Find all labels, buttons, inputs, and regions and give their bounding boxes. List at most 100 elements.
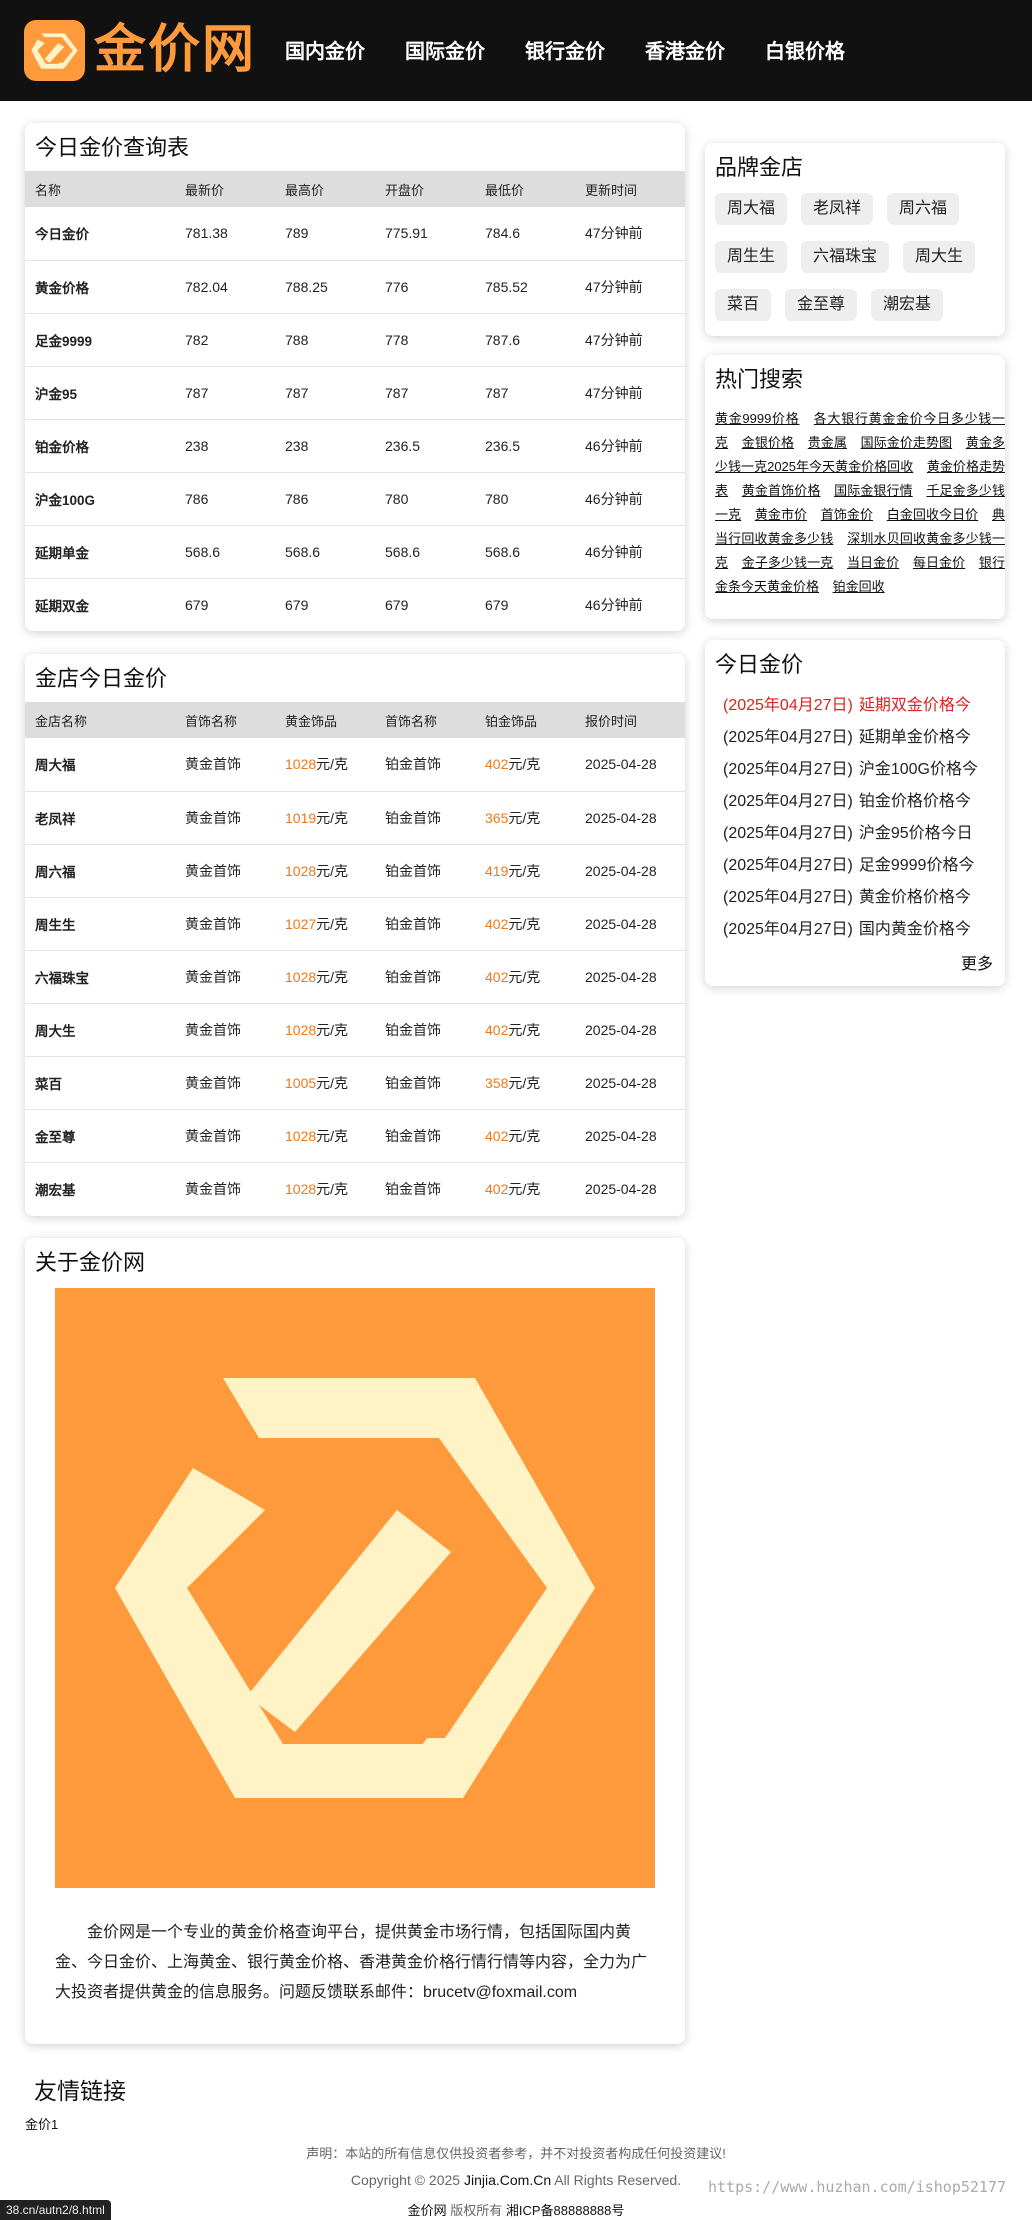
friend-link[interactable]: 金价1 [25, 2114, 58, 2133]
price-name[interactable]: 延期双金 [25, 578, 175, 631]
store-gold-jewelry: 黄金首饰 [175, 738, 275, 792]
brand-tag[interactable]: 周大福 [715, 193, 788, 225]
news-title: 黄金价格价格今 [858, 889, 971, 906]
price-name[interactable]: 足金9999 [25, 313, 175, 367]
store-row: 周大福 黄金首饰 1028元/克 铂金首饰 402元/克 2025-04-28 [25, 738, 685, 792]
nav-international[interactable]: 国际金价 [405, 38, 485, 66]
col-jewelry-2: 首饰名称 [375, 702, 475, 738]
price-value: 1019 [285, 809, 317, 826]
today-news-card: 今日金价 (2025年04月27日) 延期双金价格今 (2025年04月27日) 延期… [705, 640, 1005, 986]
store-pt-price: 402元/克 [475, 897, 575, 951]
news-date: (2025年04月27日) [723, 857, 853, 874]
hot-search-link[interactable]: 首饰金价 [821, 507, 873, 522]
price-high: 786 [275, 472, 375, 526]
price-name[interactable]: 沪金95 [25, 366, 175, 420]
hot-search-link[interactable]: 黄金9999价格 [715, 411, 799, 426]
hot-search-link[interactable]: 金银价格 [742, 435, 794, 450]
store-quote-time: 2025-04-28 [575, 1109, 685, 1163]
owner-name[interactable]: 金价网 [408, 2203, 447, 2218]
today-news-item[interactable]: (2025年04月27日) 铂金价格价格今 [723, 786, 1005, 818]
col-latest: 最新价 [175, 171, 275, 207]
col-gold: 黄金饰品 [275, 702, 375, 738]
hot-search-link[interactable]: 金子多少钱一克 [742, 555, 833, 570]
nav-domestic[interactable]: 国内金价 [285, 38, 365, 66]
price-table-card: 今日金价查询表 名称 最新价 最高价 开盘价 最低价 更新时间 今日金价 781.… [25, 123, 685, 631]
brand-tag[interactable]: 潮宏基 [871, 289, 944, 321]
brand-tag[interactable]: 六福珠宝 [801, 241, 890, 273]
store-gold-jewelry: 黄金首饰 [175, 1003, 275, 1057]
store-pt-price: 358元/克 [475, 1056, 575, 1110]
price-low: 787 [475, 366, 575, 420]
col-quote-time: 报价时间 [575, 702, 685, 738]
today-news-item[interactable]: (2025年04月27日) 延期双金价格今 [723, 690, 1005, 722]
price-unit: 元/克 [508, 1180, 541, 1197]
nav-silver[interactable]: 白银价格 [765, 38, 845, 66]
price-name[interactable]: 今日金价 [25, 207, 175, 261]
price-value: 402 [485, 1127, 509, 1144]
store-name[interactable]: 周生生 [25, 897, 175, 951]
brand-tag[interactable]: 老凤祥 [801, 193, 874, 225]
price-value: 419 [485, 862, 509, 879]
logo-icon[interactable] [24, 20, 85, 81]
logo-text[interactable]: 金价网 [94, 18, 256, 82]
price-value: 402 [485, 915, 509, 932]
store-pt-jewelry: 铂金首饰 [375, 1056, 475, 1110]
hot-search-link[interactable]: 当日金价 [847, 555, 899, 570]
hot-search-link[interactable]: 每日金价 [913, 555, 965, 570]
price-name[interactable]: 延期单金 [25, 525, 175, 579]
price-name[interactable]: 黄金价格 [25, 260, 175, 314]
today-news-item[interactable]: (2025年04月27日) 延期单金价格今 [723, 722, 1005, 754]
price-unit: 元/克 [508, 915, 541, 932]
today-news-item[interactable]: (2025年04月27日) 沪金95价格今日 [723, 818, 1005, 850]
news-title: 沪金95价格今日 [858, 825, 973, 842]
store-gold-price: 1028元/克 [275, 1109, 375, 1163]
price-value: 1028 [285, 756, 317, 773]
price-name[interactable]: 铂金价格 [25, 419, 175, 473]
brand-tag[interactable]: 菜百 [715, 289, 772, 321]
store-name[interactable]: 老凤祥 [25, 791, 175, 845]
store-pt-price: 402元/克 [475, 1109, 575, 1163]
price-low: 236.5 [475, 419, 575, 473]
price-high: 788.25 [275, 260, 375, 314]
nav-bank[interactable]: 银行金价 [525, 38, 605, 66]
store-name[interactable]: 金至尊 [25, 1109, 175, 1163]
price-latest: 679 [185, 596, 209, 613]
brand-tags: 周大福 老凤祥 周六福周生生 六福珠宝 周大生菜百 金至尊 潮宏基 [715, 193, 1005, 336]
price-latest: 782.04 [175, 260, 275, 314]
hot-search-link[interactable]: 黄金市价 [755, 507, 807, 522]
store-name[interactable]: 周六福 [25, 844, 175, 898]
price-value: 1027 [285, 915, 317, 932]
hot-search-link[interactable]: 国际金银行情 [834, 483, 913, 498]
price-name[interactable]: 沪金100G [25, 472, 175, 526]
brand-tag[interactable]: 周生生 [715, 241, 788, 273]
today-news-item[interactable]: (2025年04月27日) 黄金价格价格今 [723, 882, 1005, 914]
price-row: 今日金价 781.38 789 775.91 784.6 47分钟前 [25, 207, 685, 261]
news-title: 国内黄金价格今 [858, 921, 971, 938]
hot-search-link[interactable]: 白金回收今日价 [887, 507, 978, 522]
site-header: 金价网 国内金价 国际金价 银行金价 香港金价 白银价格 [0, 0, 1032, 101]
hot-search-link[interactable]: 黄金首饰价格 [742, 483, 821, 498]
nav-hongkong[interactable]: 香港金价 [645, 38, 725, 66]
store-name[interactable]: 菜百 [25, 1056, 175, 1110]
today-news-item[interactable]: (2025年04月27日) 国内黄金价格今 [723, 914, 1005, 946]
today-news-item[interactable]: (2025年04月27日) 沪金100G价格今 [723, 754, 1005, 786]
store-name[interactable]: 周大生 [25, 1003, 175, 1057]
icp-number[interactable]: 湘ICP备88888888号 [506, 2203, 625, 2218]
store-quote-time: 2025-04-28 [575, 844, 685, 898]
store-name[interactable]: 潮宏基 [25, 1162, 175, 1215]
store-row: 潮宏基 黄金首饰 1028元/克 铂金首饰 402元/克 2025-04-28 [25, 1162, 685, 1215]
store-name[interactable]: 周大福 [25, 738, 175, 792]
col-platinum: 铂金饰品 [475, 702, 575, 738]
price-open: 780 [375, 472, 475, 526]
hot-search-link[interactable]: 国际金价走势图 [861, 435, 952, 450]
today-news-item[interactable]: (2025年04月27日) 足金9999价格今 [723, 850, 1005, 882]
brand-tag[interactable]: 周大生 [903, 241, 976, 273]
more-link[interactable]: 更多 [961, 950, 993, 974]
brand-tag[interactable]: 周六福 [887, 193, 960, 225]
hot-search-link[interactable]: 铂金回收 [833, 579, 885, 594]
store-name[interactable]: 六福珠宝 [25, 950, 175, 1004]
hot-search-link[interactable]: 贵金属 [808, 435, 847, 450]
price-unit: 元/克 [508, 1074, 541, 1091]
brand-tag[interactable]: 金至尊 [785, 289, 858, 321]
copyright-site[interactable]: Jinjia.Com.Cn [464, 2172, 551, 2188]
